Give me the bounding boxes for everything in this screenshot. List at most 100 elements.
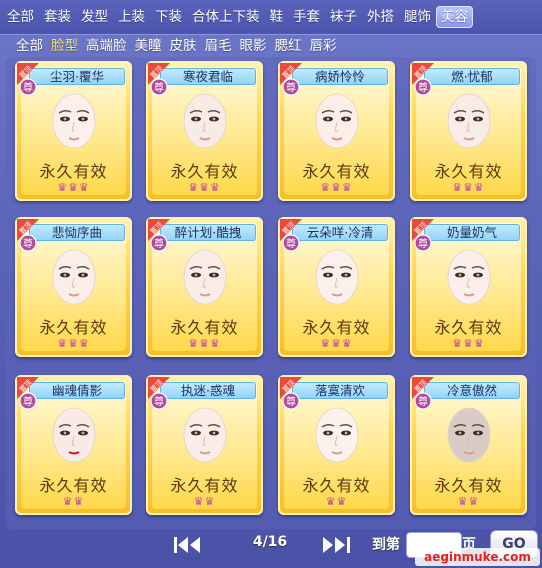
- item-card[interactable]: 云朵咩·冷清 置顶 尊 永久有效 ♛♛♛: [278, 217, 395, 357]
- subtab-6[interactable]: 眼影: [236, 36, 271, 56]
- tab-5[interactable]: 合体上下装: [187, 6, 265, 28]
- face-preview-image: [179, 405, 231, 471]
- crown-rating-icon: ♛♛♛: [57, 337, 90, 350]
- crown-rating-icon: ♛♛: [325, 495, 348, 508]
- tab-3[interactable]: 上装: [113, 6, 150, 28]
- pinned-vip-ribbon-icon: 置顶 尊: [280, 63, 302, 96]
- face-preview-image: [179, 91, 231, 157]
- tab-7[interactable]: 手套: [288, 6, 325, 28]
- tab-6[interactable]: 鞋: [265, 6, 289, 28]
- item-card[interactable]: 执迷·惑魂 置顶 尊 永久有效 ♛♛: [146, 375, 263, 515]
- item-validity: 永久有效: [434, 318, 503, 337]
- item-card[interactable]: 冷意傲然 置顶 尊 永久有效 ♛♛: [410, 375, 527, 515]
- item-card[interactable]: 尘羽·覆华 置顶 尊 永久有效 ♛♛♛: [15, 61, 132, 201]
- crown-rating-icon: ♛♛♛: [452, 337, 485, 350]
- crown-rating-icon: ♛♛: [457, 495, 480, 508]
- crown-rating-icon: ♛♛♛: [57, 181, 90, 194]
- ribbon-badge-text: 尊: [286, 237, 296, 250]
- pinned-vip-ribbon-icon: 置顶 尊: [17, 377, 39, 410]
- item-validity: 永久有效: [434, 162, 503, 181]
- pinned-vip-ribbon-icon: 置顶 尊: [17, 63, 39, 96]
- face-preview-image: [443, 247, 495, 313]
- pinned-vip-ribbon-icon: 置顶 尊: [412, 377, 434, 410]
- item-card[interactable]: 悲恸序曲 置顶 尊 永久有效 ♛♛♛: [15, 217, 132, 357]
- face-preview-image: [48, 91, 100, 157]
- item-validity: 永久有效: [39, 476, 108, 495]
- tab-11[interactable]: 美容: [436, 6, 473, 28]
- item-card[interactable]: 醉计划·酷拽 置顶 尊 永久有效 ♛♛♛: [146, 217, 263, 357]
- pinned-vip-ribbon-icon: 置顶 尊: [148, 377, 170, 410]
- watermark-text: aeginmuke.com: [415, 548, 540, 566]
- subtab-0[interactable]: 全部: [12, 36, 47, 56]
- face-preview-image: [179, 247, 231, 313]
- ribbon-badge-text: 尊: [23, 395, 33, 408]
- item-card[interactable]: 幽魂倩影 置顶 尊 永久有效 ♛♛: [15, 375, 132, 515]
- item-validity: 永久有效: [302, 162, 371, 181]
- ribbon-badge-text: 尊: [154, 237, 164, 250]
- subtab-5[interactable]: 眉毛: [201, 36, 236, 56]
- item-card[interactable]: 落寞清欢 置顶 尊 永久有效 ♛♛: [278, 375, 395, 515]
- pinned-vip-ribbon-icon: 置顶 尊: [148, 63, 170, 96]
- pinned-vip-ribbon-icon: 置顶 尊: [412, 219, 434, 252]
- subtab-8[interactable]: 唇彩: [306, 36, 341, 56]
- item-validity: 永久有效: [170, 162, 239, 181]
- tab-8[interactable]: 袜子: [325, 6, 362, 28]
- subtab-2[interactable]: 高端脸: [82, 36, 131, 56]
- face-preview-image: [48, 247, 100, 313]
- goto-label: 到第: [372, 537, 400, 553]
- item-card[interactable]: 寒夜君临 置顶 尊 永久有效 ♛♛♛: [146, 61, 263, 201]
- crown-rating-icon: ♛♛♛: [452, 181, 485, 194]
- subtab-1[interactable]: 脸型: [47, 36, 82, 56]
- first-page-button[interactable]: [172, 535, 212, 555]
- item-validity: 永久有效: [434, 476, 503, 495]
- item-validity: 永久有效: [39, 162, 108, 181]
- pinned-vip-ribbon-icon: 置顶 尊: [412, 63, 434, 96]
- pinned-vip-ribbon-icon: 置顶 尊: [280, 219, 302, 252]
- item-validity: 永久有效: [170, 318, 239, 337]
- face-preview-image: [311, 405, 363, 471]
- crown-rating-icon: ♛♛: [62, 495, 85, 508]
- tab-1[interactable]: 套装: [39, 6, 76, 28]
- subtab-7[interactable]: 腮红: [271, 36, 306, 56]
- pinned-vip-ribbon-icon: 置顶 尊: [280, 377, 302, 410]
- subtab-3[interactable]: 美瞳: [131, 36, 166, 56]
- ribbon-badge-text: 尊: [286, 395, 296, 408]
- category-bar: 全部 套装 发型 上装 下装 合体上下装鞋手套 袜子 外搭 腿饰 美容: [0, 0, 542, 35]
- sub-tabs: 全部 脸型 高端脸 美瞳 皮肤 眉毛 眼影 腮红 唇彩: [12, 36, 341, 56]
- item-validity: 永久有效: [170, 476, 239, 495]
- last-page-button[interactable]: [321, 535, 361, 555]
- page-indicator: 4/16: [252, 534, 288, 550]
- item-card[interactable]: 病娇怜怜 置顶 尊 永久有效 ♛♛♛: [278, 61, 395, 201]
- tab-9[interactable]: 外搭: [362, 6, 399, 28]
- category-tabs: 全部 套装 发型 上装 下装 合体上下装鞋手套 袜子 外搭 腿饰 美容: [2, 6, 473, 28]
- pinned-vip-ribbon-icon: 置顶 尊: [17, 219, 39, 252]
- ribbon-badge-text: 尊: [154, 81, 164, 94]
- crown-rating-icon: ♛♛♛: [188, 181, 221, 194]
- tab-2[interactable]: 发型: [76, 6, 113, 28]
- crown-rating-icon: ♛♛: [193, 495, 216, 508]
- item-panel: 尘羽·覆华 置顶 尊 永久有效 ♛♛♛ 寒夜君临 置顶 尊 永久有效 ♛♛♛ 病…: [6, 57, 536, 529]
- crown-rating-icon: ♛♛♛: [320, 337, 353, 350]
- face-preview-image: [311, 247, 363, 313]
- tab-10[interactable]: 腿饰: [399, 6, 436, 28]
- ribbon-badge-text: 尊: [418, 81, 428, 94]
- ribbon-badge-text: 尊: [23, 237, 33, 250]
- item-card[interactable]: 燃·忧郁 置顶 尊 永久有效 ♛♛♛: [410, 61, 527, 201]
- item-card[interactable]: 奶量奶气 置顶 尊 永久有效 ♛♛♛: [410, 217, 527, 357]
- item-validity: 永久有效: [302, 318, 371, 337]
- ribbon-badge-text: 尊: [418, 395, 428, 408]
- face-preview-image: [443, 405, 495, 471]
- ribbon-badge-text: 尊: [154, 395, 164, 408]
- face-preview-image: [311, 91, 363, 157]
- ribbon-badge-text: 尊: [418, 237, 428, 250]
- crown-rating-icon: ♛♛♛: [188, 337, 221, 350]
- tab-4[interactable]: 下装: [150, 6, 187, 28]
- tab-0[interactable]: 全部: [2, 6, 39, 28]
- subtab-4[interactable]: 皮肤: [166, 36, 201, 56]
- crown-rating-icon: ♛♛♛: [320, 181, 353, 194]
- ribbon-badge-text: 尊: [286, 81, 296, 94]
- ribbon-badge-text: 尊: [23, 81, 33, 94]
- pinned-vip-ribbon-icon: 置顶 尊: [148, 219, 170, 252]
- face-preview-image: [48, 405, 100, 471]
- face-preview-image: [443, 91, 495, 157]
